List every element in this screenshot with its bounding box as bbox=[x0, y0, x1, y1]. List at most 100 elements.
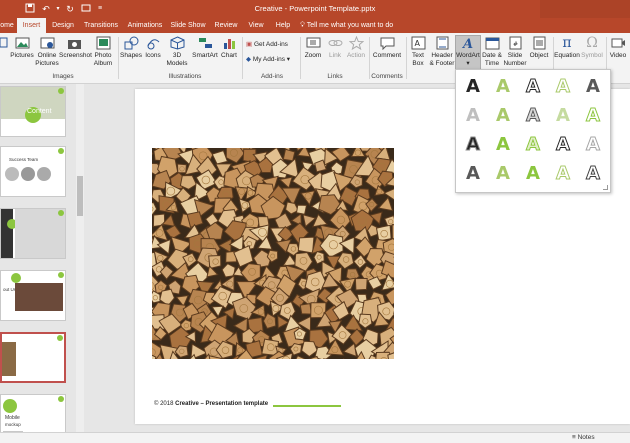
wordart-style-option[interactable]: A bbox=[460, 103, 486, 129]
wordart-style-option[interactable]: A bbox=[460, 132, 486, 158]
video-button[interactable]: Video bbox=[607, 36, 629, 60]
wordart-style-option[interactable]: A bbox=[490, 132, 516, 158]
my-addins-button[interactable]: ◆ My Add-ins ▾ bbox=[246, 55, 290, 63]
tab-view[interactable]: View bbox=[245, 18, 267, 33]
equation-button[interactable]: π Equation bbox=[554, 36, 580, 60]
minimize-button[interactable] bbox=[540, 0, 570, 18]
notes-icon: ≡ bbox=[572, 434, 576, 441]
star-icon bbox=[348, 36, 364, 50]
tab-transitions[interactable]: Transitions bbox=[82, 18, 120, 33]
wood-log-shape bbox=[377, 196, 394, 212]
smartart-button[interactable]: SmartArt bbox=[190, 36, 220, 60]
wordart-style-option[interactable]: A bbox=[550, 161, 576, 187]
wordart-style-option[interactable]: A bbox=[460, 74, 486, 100]
wood-log-shape bbox=[225, 148, 245, 164]
footer-year: © 2018 bbox=[154, 401, 174, 407]
wood-log-shape bbox=[295, 204, 308, 215]
comment-icon bbox=[380, 37, 394, 50]
wordart-style-option[interactable]: A bbox=[490, 103, 516, 129]
thumb-image bbox=[15, 209, 65, 258]
online-pictures-button[interactable]: Online Pictures bbox=[35, 36, 59, 67]
wordart-style-option[interactable]: A bbox=[460, 161, 486, 187]
link-button[interactable]: Link bbox=[325, 36, 345, 60]
separator bbox=[406, 37, 407, 79]
wood-log-shape bbox=[342, 342, 358, 358]
wordart-style-option[interactable]: A bbox=[490, 161, 516, 187]
slide-thumbnail[interactable]: Content bbox=[0, 86, 66, 137]
comment-button[interactable]: Comment bbox=[371, 36, 403, 60]
wordart-style-option[interactable]: A bbox=[520, 74, 546, 100]
tab-review[interactable]: Review bbox=[212, 18, 240, 33]
tab-insert[interactable]: Insert bbox=[17, 18, 46, 33]
date-time-button[interactable]: Date & Time bbox=[481, 36, 503, 67]
slide-thumbnail[interactable]: Mobile mockup bbox=[0, 394, 66, 432]
text-box-button[interactable]: A Text Box bbox=[408, 36, 428, 67]
header-footer-button[interactable]: Header & Footer bbox=[429, 36, 455, 67]
wordart-style-option[interactable]: A bbox=[490, 74, 516, 100]
wordart-style-option[interactable]: A bbox=[580, 132, 606, 158]
slide-thumbnail[interactable] bbox=[0, 208, 66, 259]
separator bbox=[300, 37, 301, 79]
slide-footer[interactable]: © 2018 Creative – Presentation template bbox=[154, 401, 268, 407]
group-links-label: Links bbox=[327, 73, 343, 80]
header-footer-label-1: Header bbox=[431, 52, 453, 59]
equation-label: Equation bbox=[554, 52, 580, 59]
shapes-button[interactable]: Shapes bbox=[120, 36, 142, 60]
tell-me-box[interactable]: 💡︎ Tell me what you want to do bbox=[300, 18, 393, 33]
zoom-button[interactable]: Zoom bbox=[302, 36, 324, 60]
wordart-style-option[interactable]: A bbox=[550, 103, 576, 129]
scrollbar-handle[interactable] bbox=[77, 176, 83, 216]
wordart-style-option[interactable]: A bbox=[580, 74, 606, 100]
wordart-style-option[interactable]: A bbox=[580, 161, 606, 187]
wood-log-shape bbox=[282, 148, 296, 162]
tab-help[interactable]: Help bbox=[273, 18, 293, 33]
resize-grip-icon[interactable] bbox=[603, 185, 608, 190]
thumb-image bbox=[2, 342, 16, 376]
close-button[interactable] bbox=[600, 0, 630, 18]
tab-home[interactable]: ome bbox=[0, 18, 14, 33]
svg-text:#: # bbox=[513, 41, 518, 48]
slide-number-label-2: Number bbox=[503, 59, 527, 67]
wood-log-shape bbox=[152, 152, 154, 156]
wordart-button[interactable]: A WordArt ▾ bbox=[455, 35, 481, 73]
chart-button[interactable]: Chart bbox=[219, 36, 239, 60]
wordart-style-option[interactable]: A bbox=[550, 74, 576, 100]
wordart-style-option[interactable]: A bbox=[520, 132, 546, 158]
3d-models-button[interactable]: 3D Models bbox=[164, 36, 190, 67]
cube-icon bbox=[170, 36, 184, 50]
object-button[interactable]: Object bbox=[527, 36, 551, 60]
symbol-button[interactable]: Ω Symbol bbox=[580, 36, 604, 60]
smartart-icon bbox=[198, 38, 212, 48]
smartart-label: SmartArt bbox=[192, 52, 218, 59]
date-time-label-2: Time bbox=[484, 59, 500, 67]
header-footer-icon bbox=[436, 36, 448, 50]
slide-thumbnail-selected[interactable] bbox=[0, 332, 66, 383]
wordart-icon: A bbox=[461, 37, 473, 50]
firewood-photo[interactable] bbox=[152, 148, 394, 359]
notes-button[interactable]: ≡ Notes bbox=[572, 434, 595, 441]
slide-thumbnail[interactable]: out Us bbox=[0, 270, 66, 321]
maximize-button[interactable] bbox=[570, 0, 600, 18]
wordart-style-option[interactable]: A bbox=[550, 132, 576, 158]
slide-number-button[interactable]: # Slide Number bbox=[503, 36, 527, 67]
pictures-button[interactable]: Pictures bbox=[9, 36, 35, 60]
screenshot-button[interactable]: Screenshot bbox=[59, 36, 92, 60]
photo-album-button[interactable]: Photo Album bbox=[90, 36, 116, 67]
table-button[interactable] bbox=[0, 36, 8, 52]
tab-design[interactable]: Design bbox=[50, 18, 76, 33]
animation-marker bbox=[58, 272, 64, 278]
wood-log-shape bbox=[375, 224, 392, 242]
tab-slide-show[interactable]: Slide Show bbox=[170, 18, 206, 33]
wordart-style-option[interactable]: A bbox=[520, 103, 546, 129]
wordart-dropdown-icon: ▾ bbox=[466, 59, 470, 67]
tab-animations[interactable]: Animations bbox=[125, 18, 165, 33]
thumb-title: Mobile bbox=[5, 415, 20, 421]
thumbnail-scrollbar[interactable] bbox=[76, 84, 84, 432]
icons-button[interactable]: Icons bbox=[143, 36, 163, 60]
get-addins-button[interactable]: ▣ Get Add-ins bbox=[246, 40, 288, 48]
slide-thumbnail[interactable]: Success Team bbox=[0, 146, 66, 197]
wood-log-shape bbox=[240, 263, 261, 284]
wordart-style-option[interactable]: A bbox=[580, 103, 606, 129]
action-button[interactable]: Action bbox=[345, 36, 367, 60]
wordart-style-option[interactable]: A bbox=[520, 161, 546, 187]
